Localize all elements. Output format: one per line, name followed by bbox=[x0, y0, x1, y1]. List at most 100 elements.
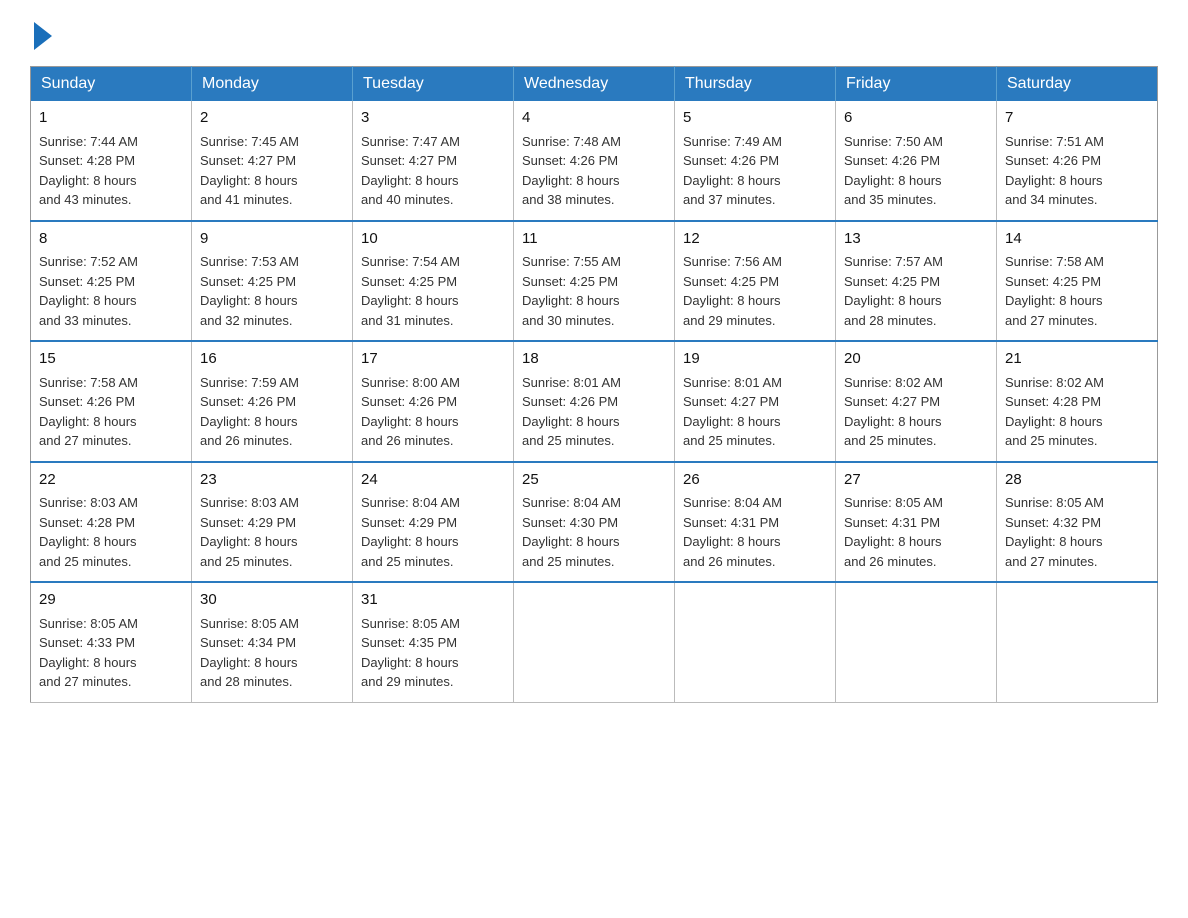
calendar-week-row: 29 Sunrise: 8:05 AM Sunset: 4:33 PM Dayl… bbox=[31, 582, 1158, 702]
day-info: Sunrise: 7:47 AM Sunset: 4:27 PM Dayligh… bbox=[361, 132, 505, 210]
calendar-day-cell: 29 Sunrise: 8:05 AM Sunset: 4:33 PM Dayl… bbox=[31, 582, 192, 702]
day-info: Sunrise: 8:04 AM Sunset: 4:30 PM Dayligh… bbox=[522, 493, 666, 571]
calendar-day-cell: 1 Sunrise: 7:44 AM Sunset: 4:28 PM Dayli… bbox=[31, 101, 192, 221]
day-number: 13 bbox=[844, 228, 988, 251]
day-number: 22 bbox=[39, 469, 183, 492]
day-number: 24 bbox=[361, 469, 505, 492]
day-info: Sunrise: 8:01 AM Sunset: 4:26 PM Dayligh… bbox=[522, 373, 666, 451]
calendar-day-cell: 24 Sunrise: 8:04 AM Sunset: 4:29 PM Dayl… bbox=[353, 462, 514, 583]
day-info: Sunrise: 7:58 AM Sunset: 4:26 PM Dayligh… bbox=[39, 373, 183, 451]
calendar-day-cell: 15 Sunrise: 7:58 AM Sunset: 4:26 PM Dayl… bbox=[31, 341, 192, 462]
day-of-week-header: Sunday bbox=[31, 67, 192, 102]
page-header bbox=[30, 20, 1158, 50]
day-info: Sunrise: 8:05 AM Sunset: 4:31 PM Dayligh… bbox=[844, 493, 988, 571]
calendar-week-row: 22 Sunrise: 8:03 AM Sunset: 4:28 PM Dayl… bbox=[31, 462, 1158, 583]
calendar-day-cell: 8 Sunrise: 7:52 AM Sunset: 4:25 PM Dayli… bbox=[31, 221, 192, 342]
calendar-day-cell: 4 Sunrise: 7:48 AM Sunset: 4:26 PM Dayli… bbox=[514, 101, 675, 221]
day-number: 16 bbox=[200, 348, 344, 371]
day-info: Sunrise: 7:49 AM Sunset: 4:26 PM Dayligh… bbox=[683, 132, 827, 210]
day-info: Sunrise: 8:05 AM Sunset: 4:33 PM Dayligh… bbox=[39, 614, 183, 692]
calendar-day-cell: 31 Sunrise: 8:05 AM Sunset: 4:35 PM Dayl… bbox=[353, 582, 514, 702]
day-info: Sunrise: 7:53 AM Sunset: 4:25 PM Dayligh… bbox=[200, 252, 344, 330]
day-info: Sunrise: 8:00 AM Sunset: 4:26 PM Dayligh… bbox=[361, 373, 505, 451]
calendar-day-cell: 11 Sunrise: 7:55 AM Sunset: 4:25 PM Dayl… bbox=[514, 221, 675, 342]
day-number: 9 bbox=[200, 228, 344, 251]
day-info: Sunrise: 7:55 AM Sunset: 4:25 PM Dayligh… bbox=[522, 252, 666, 330]
calendar-week-row: 15 Sunrise: 7:58 AM Sunset: 4:26 PM Dayl… bbox=[31, 341, 1158, 462]
day-number: 28 bbox=[1005, 469, 1149, 492]
day-number: 8 bbox=[39, 228, 183, 251]
calendar-day-cell: 5 Sunrise: 7:49 AM Sunset: 4:26 PM Dayli… bbox=[675, 101, 836, 221]
day-info: Sunrise: 8:04 AM Sunset: 4:29 PM Dayligh… bbox=[361, 493, 505, 571]
day-number: 11 bbox=[522, 228, 666, 251]
calendar-day-cell: 16 Sunrise: 7:59 AM Sunset: 4:26 PM Dayl… bbox=[192, 341, 353, 462]
calendar-day-cell bbox=[675, 582, 836, 702]
day-number: 1 bbox=[39, 107, 183, 130]
calendar-day-cell: 28 Sunrise: 8:05 AM Sunset: 4:32 PM Dayl… bbox=[997, 462, 1158, 583]
calendar-day-cell: 10 Sunrise: 7:54 AM Sunset: 4:25 PM Dayl… bbox=[353, 221, 514, 342]
day-of-week-header: Thursday bbox=[675, 67, 836, 102]
day-info: Sunrise: 7:44 AM Sunset: 4:28 PM Dayligh… bbox=[39, 132, 183, 210]
day-info: Sunrise: 7:56 AM Sunset: 4:25 PM Dayligh… bbox=[683, 252, 827, 330]
day-info: Sunrise: 8:03 AM Sunset: 4:29 PM Dayligh… bbox=[200, 493, 344, 571]
calendar-day-cell: 30 Sunrise: 8:05 AM Sunset: 4:34 PM Dayl… bbox=[192, 582, 353, 702]
calendar-day-cell: 26 Sunrise: 8:04 AM Sunset: 4:31 PM Dayl… bbox=[675, 462, 836, 583]
day-of-week-header: Wednesday bbox=[514, 67, 675, 102]
calendar-week-row: 8 Sunrise: 7:52 AM Sunset: 4:25 PM Dayli… bbox=[31, 221, 1158, 342]
day-info: Sunrise: 7:48 AM Sunset: 4:26 PM Dayligh… bbox=[522, 132, 666, 210]
day-info: Sunrise: 7:59 AM Sunset: 4:26 PM Dayligh… bbox=[200, 373, 344, 451]
calendar-day-cell: 14 Sunrise: 7:58 AM Sunset: 4:25 PM Dayl… bbox=[997, 221, 1158, 342]
day-info: Sunrise: 7:57 AM Sunset: 4:25 PM Dayligh… bbox=[844, 252, 988, 330]
calendar-day-cell: 25 Sunrise: 8:04 AM Sunset: 4:30 PM Dayl… bbox=[514, 462, 675, 583]
calendar-day-cell: 13 Sunrise: 7:57 AM Sunset: 4:25 PM Dayl… bbox=[836, 221, 997, 342]
day-info: Sunrise: 8:02 AM Sunset: 4:28 PM Dayligh… bbox=[1005, 373, 1149, 451]
calendar-day-cell: 20 Sunrise: 8:02 AM Sunset: 4:27 PM Dayl… bbox=[836, 341, 997, 462]
day-info: Sunrise: 8:02 AM Sunset: 4:27 PM Dayligh… bbox=[844, 373, 988, 451]
calendar-day-cell: 19 Sunrise: 8:01 AM Sunset: 4:27 PM Dayl… bbox=[675, 341, 836, 462]
calendar-day-cell: 17 Sunrise: 8:00 AM Sunset: 4:26 PM Dayl… bbox=[353, 341, 514, 462]
day-info: Sunrise: 8:05 AM Sunset: 4:32 PM Dayligh… bbox=[1005, 493, 1149, 571]
day-number: 3 bbox=[361, 107, 505, 130]
calendar-day-cell bbox=[836, 582, 997, 702]
day-info: Sunrise: 8:05 AM Sunset: 4:35 PM Dayligh… bbox=[361, 614, 505, 692]
calendar-table: SundayMondayTuesdayWednesdayThursdayFrid… bbox=[30, 66, 1158, 703]
day-info: Sunrise: 7:45 AM Sunset: 4:27 PM Dayligh… bbox=[200, 132, 344, 210]
day-number: 30 bbox=[200, 589, 344, 612]
day-number: 23 bbox=[200, 469, 344, 492]
day-info: Sunrise: 7:50 AM Sunset: 4:26 PM Dayligh… bbox=[844, 132, 988, 210]
day-info: Sunrise: 8:01 AM Sunset: 4:27 PM Dayligh… bbox=[683, 373, 827, 451]
day-of-week-header: Saturday bbox=[997, 67, 1158, 102]
day-number: 25 bbox=[522, 469, 666, 492]
day-number: 6 bbox=[844, 107, 988, 130]
day-number: 21 bbox=[1005, 348, 1149, 371]
day-number: 7 bbox=[1005, 107, 1149, 130]
calendar-day-cell: 9 Sunrise: 7:53 AM Sunset: 4:25 PM Dayli… bbox=[192, 221, 353, 342]
calendar-day-cell: 18 Sunrise: 8:01 AM Sunset: 4:26 PM Dayl… bbox=[514, 341, 675, 462]
day-of-week-header: Tuesday bbox=[353, 67, 514, 102]
day-number: 5 bbox=[683, 107, 827, 130]
day-number: 15 bbox=[39, 348, 183, 371]
calendar-day-cell: 3 Sunrise: 7:47 AM Sunset: 4:27 PM Dayli… bbox=[353, 101, 514, 221]
day-info: Sunrise: 7:51 AM Sunset: 4:26 PM Dayligh… bbox=[1005, 132, 1149, 210]
day-number: 14 bbox=[1005, 228, 1149, 251]
calendar-day-cell: 12 Sunrise: 7:56 AM Sunset: 4:25 PM Dayl… bbox=[675, 221, 836, 342]
day-of-week-header: Monday bbox=[192, 67, 353, 102]
day-number: 2 bbox=[200, 107, 344, 130]
day-number: 26 bbox=[683, 469, 827, 492]
day-number: 18 bbox=[522, 348, 666, 371]
calendar-day-cell bbox=[514, 582, 675, 702]
day-number: 29 bbox=[39, 589, 183, 612]
day-info: Sunrise: 7:58 AM Sunset: 4:25 PM Dayligh… bbox=[1005, 252, 1149, 330]
day-number: 20 bbox=[844, 348, 988, 371]
calendar-day-cell: 6 Sunrise: 7:50 AM Sunset: 4:26 PM Dayli… bbox=[836, 101, 997, 221]
calendar-week-row: 1 Sunrise: 7:44 AM Sunset: 4:28 PM Dayli… bbox=[31, 101, 1158, 221]
calendar-day-cell: 27 Sunrise: 8:05 AM Sunset: 4:31 PM Dayl… bbox=[836, 462, 997, 583]
calendar-header-row: SundayMondayTuesdayWednesdayThursdayFrid… bbox=[31, 67, 1158, 102]
day-info: Sunrise: 8:03 AM Sunset: 4:28 PM Dayligh… bbox=[39, 493, 183, 571]
day-info: Sunrise: 7:54 AM Sunset: 4:25 PM Dayligh… bbox=[361, 252, 505, 330]
day-info: Sunrise: 7:52 AM Sunset: 4:25 PM Dayligh… bbox=[39, 252, 183, 330]
day-info: Sunrise: 8:05 AM Sunset: 4:34 PM Dayligh… bbox=[200, 614, 344, 692]
day-number: 19 bbox=[683, 348, 827, 371]
day-of-week-header: Friday bbox=[836, 67, 997, 102]
day-info: Sunrise: 8:04 AM Sunset: 4:31 PM Dayligh… bbox=[683, 493, 827, 571]
